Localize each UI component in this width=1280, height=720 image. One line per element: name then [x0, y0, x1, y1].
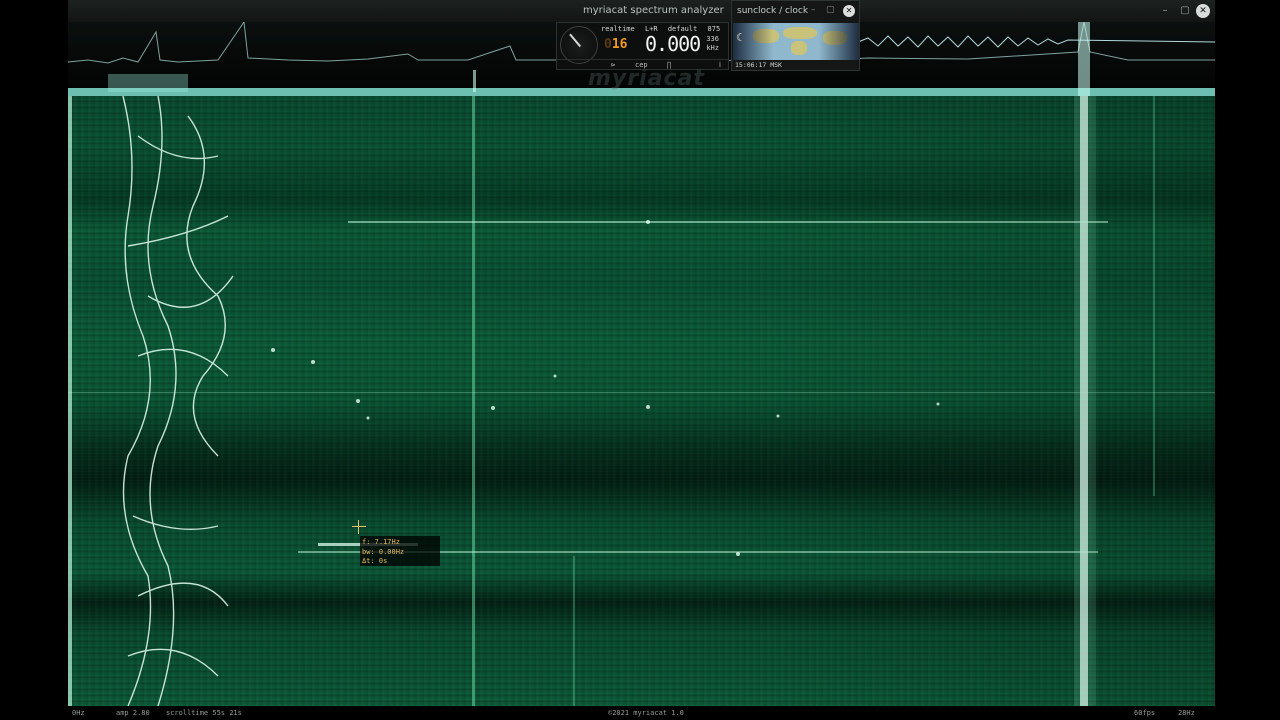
readout-bandwidth: bw: 0.00Hz	[362, 547, 405, 556]
track-prefix: 0	[604, 37, 612, 52]
unit-label: kHz	[706, 44, 719, 52]
readout-delta-time: Δt: 0s	[362, 557, 388, 565]
maximize-button[interactable]: ▢	[1178, 4, 1192, 18]
info-button[interactable]: ⅰ	[719, 61, 721, 69]
spectrum-analyzer-window: myriacat spectrum analyzer – ▢ ✕ myriaca…	[68, 0, 1215, 720]
mode-label[interactable]: realtime	[601, 25, 635, 33]
dial-needle	[569, 33, 582, 48]
count-label: 875	[707, 25, 721, 33]
cursor-readout: f: 7.17Hz bw: 0.00Hz Δt: 0s	[360, 536, 440, 566]
crosshair-cursor	[352, 520, 366, 534]
clock-time: 15:06:17 MSK	[735, 61, 782, 69]
play-button[interactable]: ⊳	[611, 61, 615, 69]
sunclock-close-button[interactable]: ✕	[843, 5, 855, 17]
sunclock-maximize-button[interactable]: ▢	[826, 5, 835, 15]
sunclock-window[interactable]: sunclock / clock – ▢ ✕ ☾ 15:06:17 MSK	[731, 0, 860, 71]
window-title: myriacat spectrum analyzer	[583, 5, 724, 16]
player-button-row: ⊳ cep ∏ ⅰ	[557, 59, 728, 70]
night-shade-east	[819, 23, 859, 60]
sunclock-minimize-button[interactable]: –	[811, 5, 816, 15]
status-scrolltime: scrolltime 55s 21s	[166, 709, 242, 717]
status-fps: 60fps	[1134, 709, 1156, 717]
sunclock-title: sunclock / clock	[737, 6, 809, 16]
status-bar: 0Hz amp 2.80 scrolltime 55s 21s ©2021 my…	[68, 706, 1215, 720]
track-value: 16	[611, 37, 628, 52]
pi-button[interactable]: ∏	[667, 61, 671, 69]
status-high-freq: 28Hz	[1178, 709, 1195, 717]
moon-icon: ☾	[736, 31, 746, 44]
status-low-freq: 0Hz	[72, 709, 85, 717]
close-button[interactable]: ✕	[1196, 4, 1210, 18]
frequency-display: 0.000	[645, 32, 701, 56]
minimize-button[interactable]: –	[1158, 4, 1172, 18]
waterfall-shade	[68, 96, 1215, 706]
track-number: 016	[604, 37, 627, 52]
status-copyright: ©2021 myriacat 1.0	[608, 709, 684, 717]
title-bar[interactable]: myriacat spectrum analyzer – ▢ ✕	[68, 0, 1215, 23]
cep-button[interactable]: cep	[635, 61, 648, 69]
map-landmass	[791, 41, 807, 55]
sub-value: 336	[706, 35, 719, 43]
status-amp: amp 2.80	[116, 709, 150, 717]
waterfall-display[interactable]	[68, 96, 1215, 706]
readout-freq: f: 7.17Hz	[362, 538, 400, 546]
player-widget[interactable]: realtime L+R default 875 016 0.000 336 k…	[556, 22, 729, 70]
world-map: ☾	[733, 23, 859, 60]
map-landmass	[783, 27, 817, 39]
frequency-sub: 336 kHz	[699, 35, 719, 53]
